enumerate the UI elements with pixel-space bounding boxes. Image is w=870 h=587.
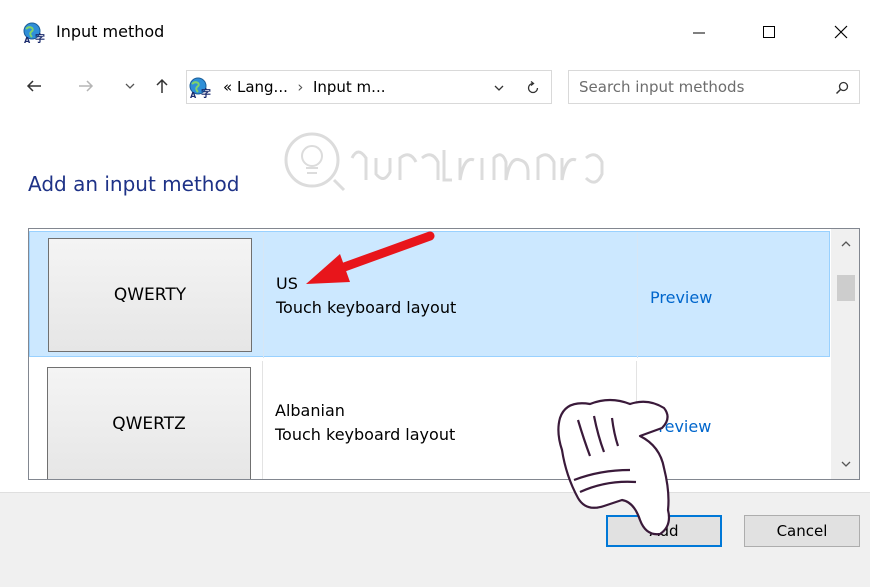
- scroll-down-button[interactable]: [831, 449, 859, 479]
- breadcrumb: « Lang... › Input m...: [223, 78, 385, 96]
- language-globe-icon: 字 A: [23, 22, 45, 45]
- language-name: Albanian: [275, 401, 345, 420]
- breadcrumb-separator[interactable]: ›: [297, 78, 303, 96]
- dialog-footer: Add Cancel: [0, 492, 870, 587]
- maximize-icon: [763, 26, 775, 38]
- forward-button[interactable]: [74, 74, 98, 98]
- svg-text:A: A: [190, 91, 197, 99]
- column-divider: [263, 232, 264, 358]
- search-icon[interactable]: [831, 77, 853, 99]
- preview-link[interactable]: Preview: [649, 417, 711, 436]
- scroll-up-button[interactable]: [831, 229, 859, 259]
- address-dropdown-button[interactable]: [489, 77, 509, 99]
- page-heading: Add an input method: [28, 172, 240, 196]
- keyboard-preview-tile: QWERTY: [48, 238, 252, 352]
- keyboard-layout-label: Touch keyboard layout: [275, 425, 456, 444]
- cancel-button[interactable]: Cancel: [744, 515, 860, 547]
- address-bar[interactable]: 字 A « Lang... › Input m...: [186, 70, 552, 104]
- up-button[interactable]: [150, 74, 174, 98]
- chevron-down-icon: [494, 85, 504, 91]
- recent-locations-button[interactable]: [118, 74, 142, 98]
- chevron-down-icon: [125, 83, 135, 89]
- column-divider: [636, 361, 637, 479]
- close-icon: [834, 25, 848, 39]
- minimize-button[interactable]: [676, 12, 722, 52]
- maximize-button[interactable]: [746, 12, 792, 52]
- minimize-icon: [693, 32, 705, 34]
- title-bar: 字 A Input method: [0, 0, 870, 60]
- refresh-icon: [527, 80, 539, 94]
- chevron-down-icon: [841, 461, 850, 467]
- breadcrumb-item-input-method[interactable]: Input m...: [313, 78, 386, 96]
- vertical-scrollbar[interactable]: [831, 229, 859, 479]
- arrow-up-icon: [156, 78, 168, 93]
- list-item[interactable]: QWERTY US Touch keyboard layout Preview: [29, 231, 830, 358]
- svg-text:A: A: [24, 36, 31, 44]
- breadcrumb-item-language[interactable]: Lang...: [237, 78, 288, 96]
- watermark-logo: [284, 132, 604, 192]
- column-divider: [637, 232, 638, 358]
- language-name: US: [276, 274, 298, 293]
- navigation-bar: 字 A « Lang... › Input m...: [0, 66, 870, 106]
- svg-text:字: 字: [201, 87, 211, 99]
- add-button[interactable]: Add: [606, 515, 722, 547]
- window-title: Input method: [56, 22, 165, 41]
- search-box[interactable]: [568, 70, 860, 104]
- language-globe-icon: 字 A: [189, 77, 211, 100]
- close-button[interactable]: [818, 12, 864, 52]
- arrow-right-icon: [79, 80, 94, 92]
- chevron-up-icon: [841, 241, 850, 247]
- breadcrumb-overflow[interactable]: «: [223, 78, 232, 96]
- refresh-button[interactable]: [521, 77, 545, 99]
- arrow-left-icon: [26, 80, 41, 92]
- svg-text:字: 字: [35, 32, 45, 44]
- keyboard-layout-label: Touch keyboard layout: [276, 298, 457, 317]
- scrollbar-thumb[interactable]: [837, 275, 855, 301]
- input-method-list[interactable]: QWERTY US Touch keyboard layout Preview …: [28, 228, 860, 480]
- column-divider: [262, 361, 263, 479]
- search-input[interactable]: [579, 75, 819, 99]
- preview-link[interactable]: Preview: [650, 288, 712, 307]
- back-button[interactable]: [22, 74, 46, 98]
- list-item[interactable]: QWERTZ Albanian Touch keyboard layout Pr…: [29, 361, 830, 479]
- keyboard-preview-tile: QWERTZ: [47, 367, 251, 479]
